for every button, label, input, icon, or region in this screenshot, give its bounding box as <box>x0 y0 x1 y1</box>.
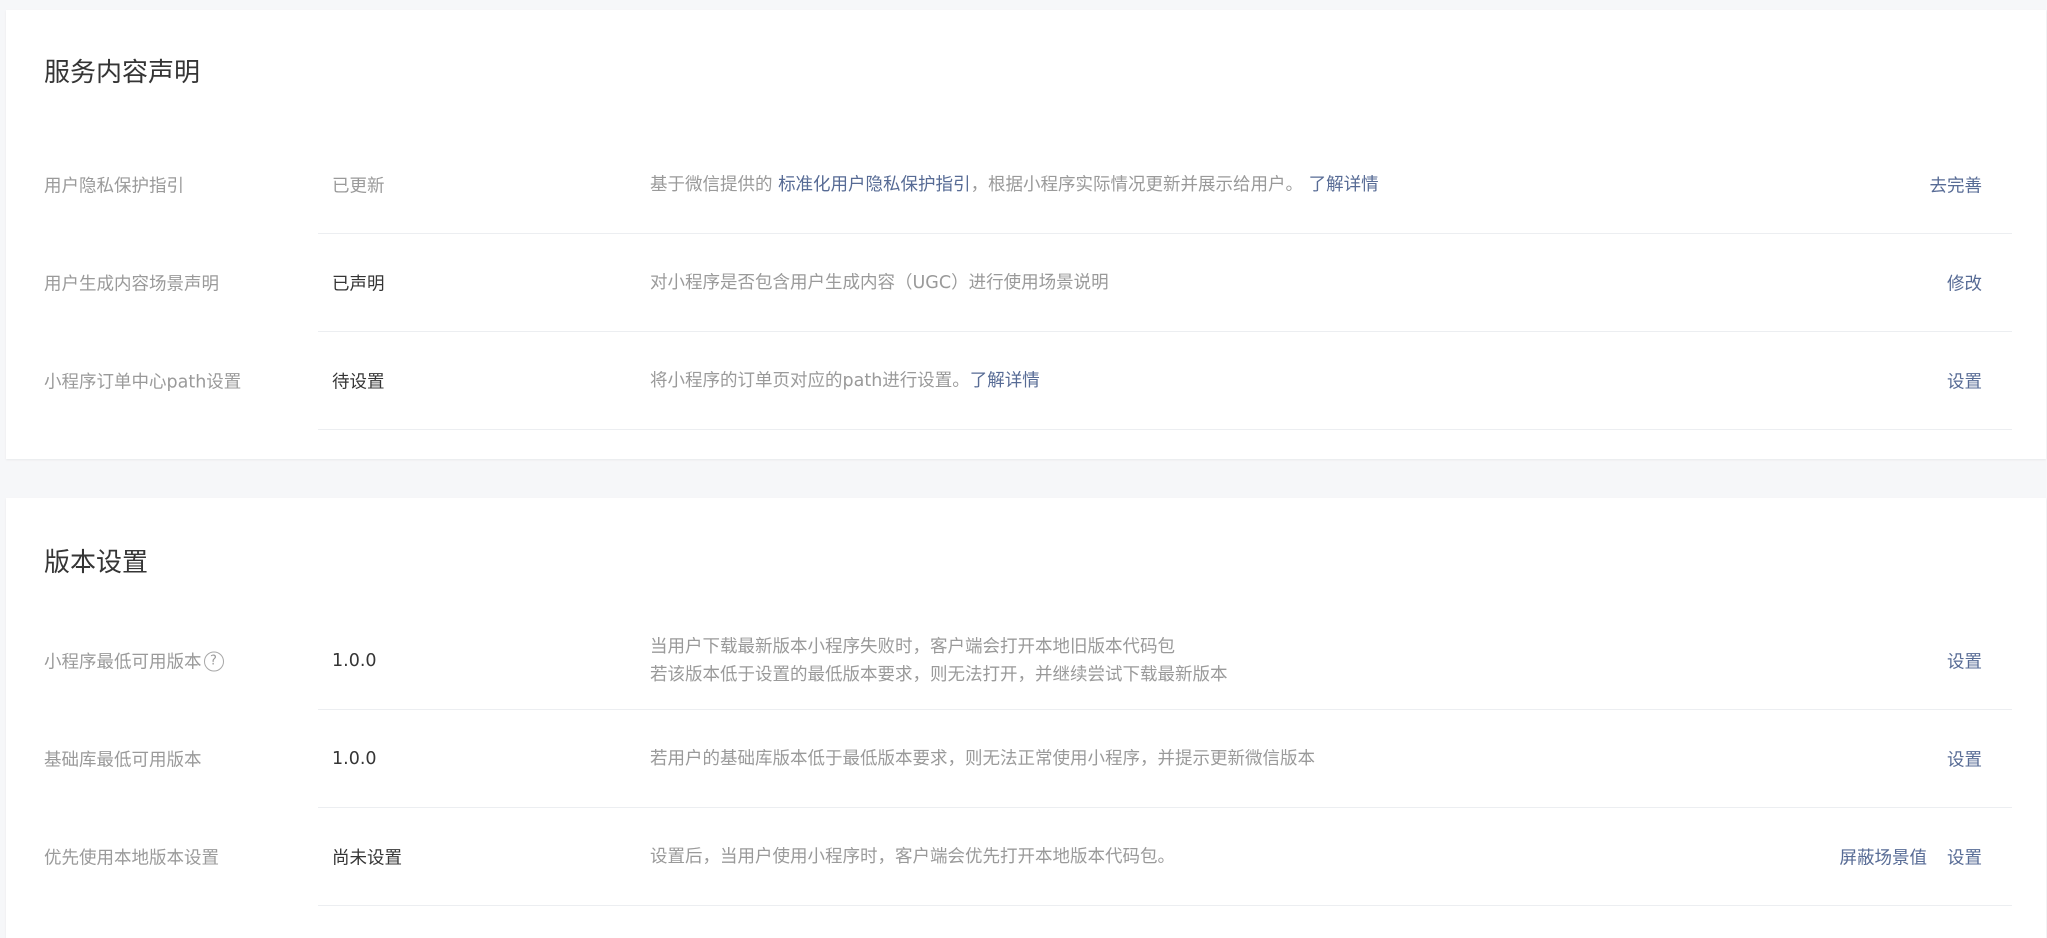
version-value: 1.0.0 <box>332 749 377 769</box>
row-description: 设置后，当用户使用小程序时，客户端会优先打开本地版本代码包。 <box>650 847 1175 867</box>
learn-more-link[interactable]: 了解详情 <box>1309 175 1379 195</box>
row-label-wrap: 小程序最低可用版本 ? <box>44 649 224 674</box>
row-actions: 去完善 <box>1930 173 1983 198</box>
desc-text: 将小程序的订单页对应的path进行设置。 <box>650 371 970 391</box>
desc-text: 基于微信提供的 <box>650 175 779 195</box>
min-base-library-row: 基础库最低可用版本 1.0.0 若用户的基础库版本低于最低版本要求，则无法正常使… <box>6 710 2046 808</box>
status-value: 已更新 <box>332 176 385 197</box>
row-label: 小程序订单中心path设置 <box>44 372 242 393</box>
min-app-version-row: 小程序最低可用版本 ? 1.0.0 当用户下载最新版本小程序失败时，客户端会打开… <box>6 612 2046 710</box>
block-scene-values-button[interactable]: 屏蔽场景值 <box>1840 845 1928 870</box>
ugc-declaration-row: 用户生成内容场景声明 已声明 对小程序是否包含用户生成内容（UGC）进行使用场景… <box>6 234 2046 332</box>
row-label: 用户生成内容场景声明 <box>44 274 219 295</box>
row-description: 对小程序是否包含用户生成内容（UGC）进行使用场景说明 <box>650 273 1109 293</box>
row-description: 当用户下载最新版本小程序失败时，客户端会打开本地旧版本代码包 若该版本低于设置的… <box>650 633 1228 689</box>
row-label: 基础库最低可用版本 <box>44 750 202 771</box>
row-actions: 设置 <box>1947 747 1982 772</box>
complete-privacy-button[interactable]: 去完善 <box>1930 173 1983 198</box>
desc-line: 若该版本低于设置的最低版本要求，则无法打开，并继续尝试下载最新版本 <box>650 665 1228 685</box>
row-description: 基于微信提供的 标准化用户隐私保护指引，根据小程序实际情况更新并展示给用户。 了… <box>650 171 1379 199</box>
service-declaration-card: 服务内容声明 用户隐私保护指引 已更新 基于微信提供的 标准化用户隐私保护指引，… <box>6 10 2046 459</box>
set-order-path-button[interactable]: 设置 <box>1947 369 1982 394</box>
learn-more-link[interactable]: 了解详情 <box>970 371 1040 391</box>
row-divider <box>318 429 2012 430</box>
local-version-priority-row: 优先使用本地版本设置 尚未设置 设置后，当用户使用小程序时，客户端会优先打开本地… <box>6 808 2046 906</box>
desc-text: ，根据小程序实际情况更新并展示给用户。 <box>970 175 1304 195</box>
modify-ugc-button[interactable]: 修改 <box>1947 271 1982 296</box>
row-divider <box>318 905 2012 906</box>
row-label: 用户隐私保护指引 <box>44 176 184 197</box>
row-description: 若用户的基础库版本低于最低版本要求，则无法正常使用小程序，并提示更新微信版本 <box>650 749 1315 769</box>
row-actions: 设置 <box>1947 649 1982 674</box>
desc-line: 当用户下载最新版本小程序失败时，客户端会打开本地旧版本代码包 <box>650 637 1175 657</box>
row-label: 优先使用本地版本设置 <box>44 848 219 869</box>
set-min-base-library-button[interactable]: 设置 <box>1947 747 1982 772</box>
set-local-version-button[interactable]: 设置 <box>1947 845 1982 870</box>
version-settings-card: 版本设置 小程序最低可用版本 ? 1.0.0 当用户下载最新版本小程序失败时，客… <box>6 498 2046 938</box>
status-value: 尚未设置 <box>332 848 402 869</box>
row-actions: 修改 <box>1947 271 1982 296</box>
question-circle-icon[interactable]: ? <box>203 651 224 671</box>
row-actions: 屏蔽场景值 设置 <box>1840 845 1983 870</box>
row-description: 将小程序的订单页对应的path进行设置。了解详情 <box>650 367 1040 395</box>
set-min-app-version-button[interactable]: 设置 <box>1947 649 1982 674</box>
row-actions: 设置 <box>1947 369 1982 394</box>
status-value: 已声明 <box>332 274 385 295</box>
row-label: 小程序最低可用版本 <box>44 652 202 673</box>
service-section-title: 服务内容声明 <box>44 58 201 88</box>
privacy-guide-row: 用户隐私保护指引 已更新 基于微信提供的 标准化用户隐私保护指引，根据小程序实际… <box>6 136 2046 234</box>
version-section-title: 版本设置 <box>44 548 149 578</box>
order-center-path-row: 小程序订单中心path设置 待设置 将小程序的订单页对应的path进行设置。了解… <box>6 332 2046 430</box>
privacy-guide-link[interactable]: 标准化用户隐私保护指引 <box>778 175 971 195</box>
version-value: 1.0.0 <box>332 651 377 671</box>
status-value: 待设置 <box>332 372 385 393</box>
